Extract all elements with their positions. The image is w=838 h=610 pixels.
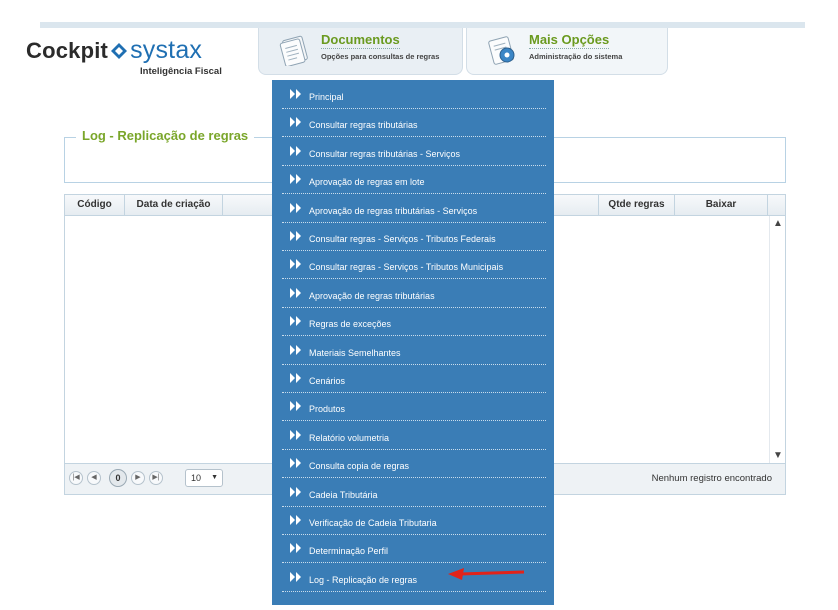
menu-item-produtos[interactable]: Produtos [282, 394, 546, 422]
nav-documentos-title: Documentos [321, 32, 400, 49]
logo: Cockpit systax Inteligência Fiscal [26, 36, 246, 80]
menu-item-relatorio-volumetria[interactable]: Relatório volumetria [282, 423, 546, 450]
last-page-icon[interactable]: ▶| [149, 471, 163, 485]
menu-item-verificacao-de-cadeia-tributaria[interactable]: Verificação de Cadeia Tributaria [282, 508, 546, 535]
menu-item-label: Aprovação de regras tributárias [309, 290, 435, 301]
menu-item-label: Consultar regras tributárias - Serviços [309, 148, 461, 159]
double-arrow-icon [290, 373, 301, 383]
double-arrow-icon [290, 145, 301, 156]
menu-item-materiais-semelhantes[interactable]: Materiais Semelhantes [282, 338, 546, 365]
double-arrow-icon [290, 174, 301, 185]
next-page-icon[interactable]: ▶ [131, 471, 145, 485]
double-arrow-icon [290, 344, 301, 355]
menu-item-label: Log - Replicação de regras [309, 574, 418, 585]
menu-item-consultar-regras-tributarias[interactable]: Consultar regras tributárias [282, 110, 546, 138]
double-arrow-icon [290, 202, 301, 213]
nav-tab-documentos[interactable]: Documentos Opções para consultas de regr… [258, 28, 463, 75]
menu-item-principal[interactable]: Principal [282, 82, 546, 109]
logo-tagline: Inteligência Fiscal [140, 66, 222, 77]
current-page[interactable]: 0 [109, 469, 127, 487]
nav-documentos-subtitle: Opções para consultas de regras [321, 52, 440, 61]
settings-document-icon [488, 36, 515, 65]
menu-item-label: Consultar regras - Serviços - Tributos F… [309, 234, 496, 244]
menu-item-label: Regras de exceções [309, 319, 392, 330]
column-header-data-criacao[interactable]: Data de criação [125, 195, 223, 215]
scroll-up-icon[interactable]: ▲ [773, 218, 783, 229]
double-arrow-icon [290, 89, 301, 99]
menu-item-consultar-regras-servicos-tributos-federais[interactable]: Consultar regras - Serviços - Tributos F… [282, 224, 546, 251]
menu-item-label: Produtos [309, 404, 346, 415]
menu-item-aprovacao-de-regras-tributarias-servicos[interactable]: Aprovação de regras tributárias - Serviç… [282, 196, 546, 223]
logo-text-systax: systax [130, 36, 203, 64]
column-header-baixar[interactable]: Baixar [675, 195, 768, 215]
dropdown-caret-icon: ▼ [211, 474, 218, 481]
nav-mais-opcoes-title: Mais Opções [529, 32, 610, 49]
vertical-scrollbar[interactable]: ▲ ▼ [769, 216, 785, 463]
menu-item-label: Materiais Semelhantes [309, 347, 401, 358]
menu-item-aprovacao-de-regras-em-lote[interactable]: Aprovação de regras em lote [282, 167, 546, 195]
menu-item-label: Cadeia Tributária [309, 489, 378, 500]
double-arrow-icon [290, 287, 301, 298]
column-header-codigo[interactable]: Código [65, 195, 125, 215]
menu-item-label: Principal [309, 92, 344, 102]
double-arrow-icon [290, 117, 301, 128]
double-arrow-icon [290, 458, 301, 469]
double-arrow-icon [290, 515, 301, 525]
menu-item-label: Consultar regras tributárias [309, 120, 418, 131]
page-size-select[interactable]: 10 ▼ [185, 469, 223, 487]
menu-item-cadeia-tributaria[interactable]: Cadeia Tributária [282, 480, 546, 507]
menu-item-consultar-regras-servicos-tributos-municipais[interactable]: Consultar regras - Serviços - Tributos M… [282, 252, 546, 280]
documentos-dropdown-menu: Principal Consultar regras tributárias Con… [272, 80, 554, 605]
logo-text-cockpit: Cockpit [26, 38, 109, 63]
menu-item-consultar-regras-tributarias-servicos[interactable]: Consultar regras tributárias - Serviços [282, 139, 546, 166]
menu-item-cenarios[interactable]: Cenários [282, 366, 546, 393]
nav-mais-opcoes-subtitle: Administração do sistema [529, 52, 623, 61]
annotation-arrow-icon [448, 568, 525, 580]
double-arrow-icon [290, 543, 301, 554]
menu-item-determinacao-perfil[interactable]: Determinação Perfil [282, 536, 546, 564]
app-root: { "logo": {"brand_left": "Cockpit", "bra… [0, 0, 838, 610]
page-title: Log - Replicação de regras [76, 128, 255, 143]
empty-records-message: Nenhum registro encontrado [651, 473, 772, 484]
menu-item-label: Determinação Perfil [309, 546, 389, 557]
page-size-value: 10 [191, 473, 202, 483]
menu-item-aprovacao-de-regras-tributarias[interactable]: Aprovação de regras tributárias [282, 281, 546, 308]
double-arrow-icon [290, 571, 301, 582]
menu-item-label: Relatório volumetria [309, 432, 390, 443]
documents-icon [279, 35, 308, 66]
menu-item-label: Aprovação de regras em lote [309, 177, 425, 188]
column-header-qtde-regras[interactable]: Qtde regras [599, 195, 675, 215]
menu-item-label: Consultar regras - Serviços - Tributos M… [309, 262, 504, 273]
menu-item-label: Cenários [309, 376, 346, 386]
previous-page-icon[interactable]: ◀ [87, 471, 101, 485]
logo-diamond-icon [111, 43, 128, 59]
double-arrow-icon [290, 259, 301, 270]
double-arrow-icon [290, 401, 301, 412]
menu-item-label: Consulta copia de regras [309, 461, 410, 472]
double-arrow-icon [290, 231, 301, 241]
double-arrow-icon [290, 316, 301, 327]
nav-tab-mais-opcoes[interactable]: Mais Opções Administração do sistema [466, 28, 668, 75]
double-arrow-icon [290, 486, 301, 497]
menu-item-label: Aprovação de regras tributárias - Serviç… [309, 205, 478, 216]
double-arrow-icon [290, 429, 301, 440]
menu-item-regras-de-excecoes[interactable]: Regras de exceções [282, 309, 546, 337]
first-page-icon[interactable]: |◀ [69, 471, 83, 485]
scroll-down-icon[interactable]: ▼ [773, 450, 783, 461]
menu-item-consulta-copia-de-regras[interactable]: Consulta copia de regras [282, 451, 546, 479]
menu-item-label: Verificação de Cadeia Tributaria [309, 518, 437, 528]
